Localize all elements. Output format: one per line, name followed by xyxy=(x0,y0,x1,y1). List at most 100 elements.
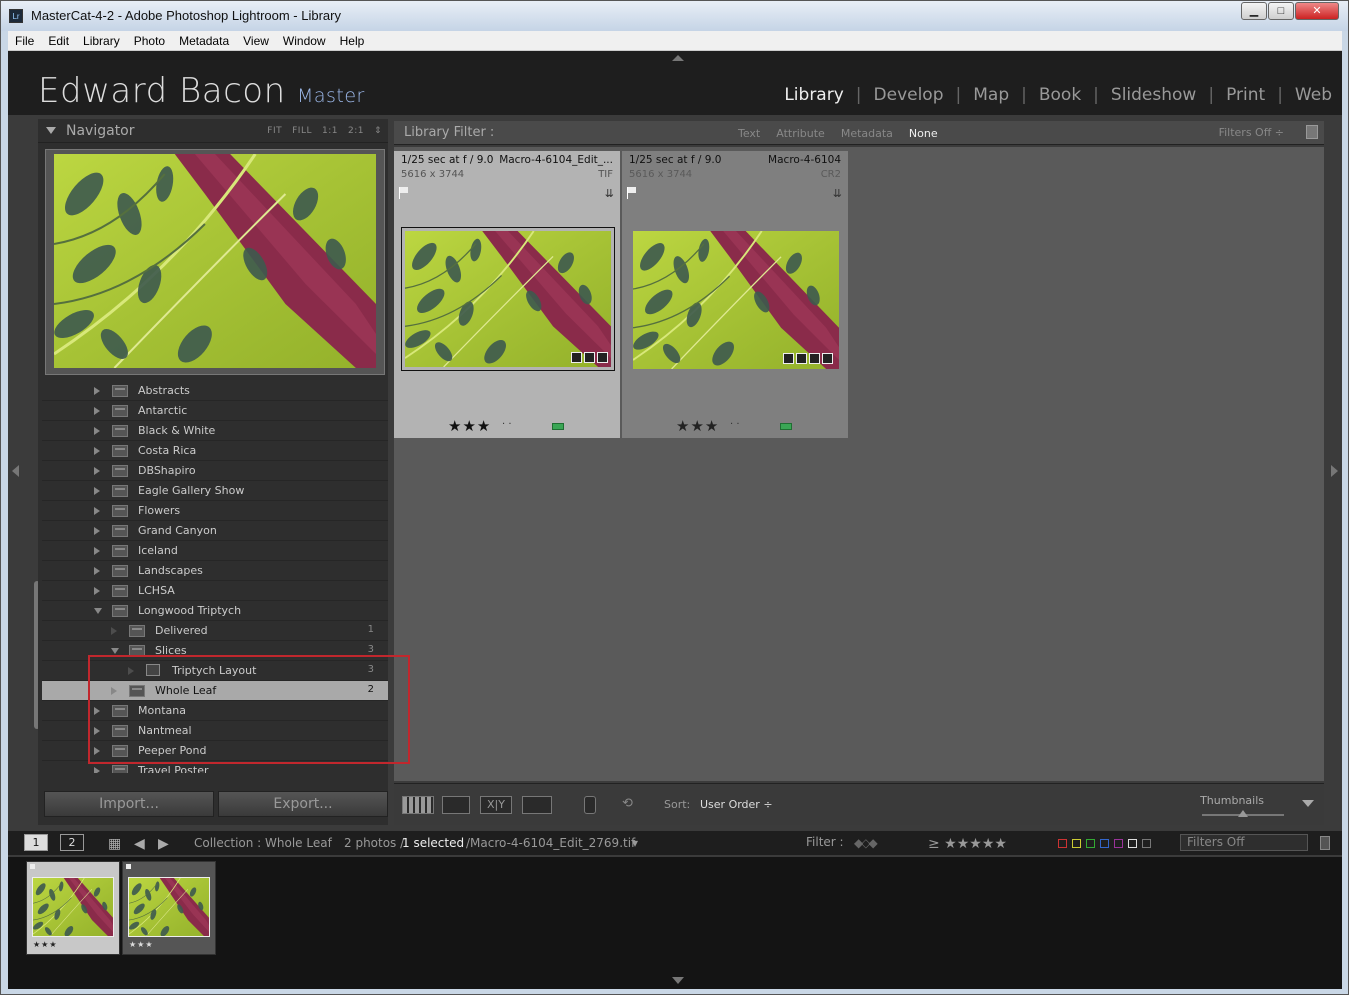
collection-badge-icon[interactable] xyxy=(796,353,807,364)
filter-none[interactable]: None xyxy=(909,127,938,140)
selected-filename[interactable]: /Macro-4-6104_Edit_2769.tif xyxy=(466,836,635,850)
keyword-badge-icon[interactable] xyxy=(571,352,582,363)
disclosure-open-icon[interactable] xyxy=(94,608,102,614)
slider-knob-icon[interactable] xyxy=(1238,810,1248,817)
grid-view-icon[interactable] xyxy=(402,796,434,814)
menu-photo[interactable]: Photo xyxy=(127,31,172,48)
sort-direction-icon[interactable]: ⟲ xyxy=(622,796,654,814)
grid-cell-2[interactable]: 1/25 sec at f / 9.0 Macro-4-6104 5616 x … xyxy=(622,151,848,438)
flag-filter-icon[interactable]: ◆◇◆ xyxy=(854,836,878,850)
menu-library[interactable]: Library xyxy=(76,31,127,48)
disclosure-closed-icon[interactable] xyxy=(94,587,100,595)
no-label-filter[interactable] xyxy=(1142,839,1151,848)
zoom-fill[interactable]: FILL xyxy=(292,126,312,136)
edit-badge-icon[interactable] xyxy=(597,352,608,363)
collection-row[interactable]: Grand Canyon xyxy=(42,521,388,541)
navigator-preview[interactable] xyxy=(45,149,385,375)
module-book[interactable]: Book xyxy=(1027,85,1093,105)
zoom-fit[interactable]: FIT xyxy=(267,126,282,136)
collapse-triangle-icon[interactable] xyxy=(46,127,56,134)
disclosure-closed-icon[interactable] xyxy=(111,627,117,635)
disclosure-closed-icon[interactable] xyxy=(94,507,100,515)
export-button[interactable]: Export... xyxy=(218,791,388,817)
disclosure-closed-icon[interactable] xyxy=(94,427,100,435)
disclosure-closed-icon[interactable] xyxy=(94,407,100,415)
filter-text[interactable]: Text xyxy=(738,127,760,140)
loupe-view-icon[interactable] xyxy=(442,796,470,814)
develop-badge-icon[interactable] xyxy=(822,353,833,364)
grid-icon[interactable]: ▦ xyxy=(108,836,121,852)
zoom-2to1[interactable]: 2:1 xyxy=(348,126,364,136)
collection-row[interactable]: Flowers xyxy=(42,501,388,521)
collection-row[interactable]: Longwood Triptych xyxy=(42,601,388,621)
disclosure-closed-icon[interactable] xyxy=(94,387,100,395)
collection-row[interactable]: Iceland xyxy=(42,541,388,561)
rating-filter[interactable]: ≥ ★★★★★ xyxy=(928,836,1007,852)
custom-label-filter[interactable] xyxy=(1128,839,1137,848)
collection-row[interactable]: Costa Rica xyxy=(42,441,388,461)
collection-row[interactable]: LCHSA xyxy=(42,581,388,601)
thumbnail-frame[interactable] xyxy=(633,231,839,369)
menu-metadata[interactable]: Metadata xyxy=(172,31,236,48)
filmstrip-thumb-2[interactable]: ★★★ xyxy=(122,861,216,955)
filter-presets[interactable]: Filters Off ÷ xyxy=(1219,126,1284,139)
disclosure-closed-icon[interactable] xyxy=(94,467,100,475)
disclosure-closed-icon[interactable] xyxy=(94,527,100,535)
filmstrip-source[interactable]: Collection : Whole Leaf xyxy=(194,836,332,850)
collection-row[interactable]: Eagle Gallery Show xyxy=(42,481,388,501)
color-label-green[interactable] xyxy=(552,423,564,430)
window-2-button[interactable]: 2 xyxy=(60,834,84,851)
left-panel-toggle-icon[interactable] xyxy=(12,465,19,477)
collection-row[interactable]: Antarctic xyxy=(42,401,388,421)
color-label-green[interactable] xyxy=(780,423,792,430)
module-library[interactable]: Library xyxy=(772,85,855,105)
module-develop[interactable]: Develop xyxy=(862,85,956,105)
survey-view-icon[interactable] xyxy=(522,796,552,814)
menu-edit[interactable]: Edit xyxy=(41,31,76,48)
lock-icon[interactable] xyxy=(1306,125,1318,139)
collection-row[interactable]: Delivered 1 xyxy=(42,621,388,641)
identity-plate[interactable]: Edward Bacon Master xyxy=(38,71,365,111)
flag-icon[interactable] xyxy=(399,187,409,199)
disclosure-open-icon[interactable] xyxy=(111,648,119,654)
close-button[interactable]: ✕ xyxy=(1295,2,1339,20)
edit-badge-icon[interactable] xyxy=(809,353,820,364)
disclosure-closed-icon[interactable] xyxy=(94,767,100,773)
collection-row[interactable]: Abstracts xyxy=(42,381,388,401)
menu-window[interactable]: Window xyxy=(276,31,333,48)
filter-metadata[interactable]: Metadata xyxy=(841,127,893,140)
red-label-filter[interactable] xyxy=(1058,839,1067,848)
thumbnail-frame[interactable] xyxy=(401,227,615,371)
collapse-top-arrow-icon[interactable] xyxy=(672,55,684,61)
keyword-badge-icon[interactable] xyxy=(783,353,794,364)
disclosure-closed-icon[interactable] xyxy=(94,567,100,575)
module-print[interactable]: Print xyxy=(1214,85,1277,105)
back-arrow-icon[interactable]: ◀ xyxy=(134,836,145,852)
filmstrip-thumb-1[interactable]: ★★★ xyxy=(26,861,120,955)
zoom-1to1[interactable]: 1:1 xyxy=(322,126,338,136)
menu-view[interactable]: View xyxy=(236,31,276,48)
disclosure-closed-icon[interactable] xyxy=(94,547,100,555)
filmstrip-filter-select[interactable]: Filters Off xyxy=(1180,834,1308,851)
filter-lock-icon[interactable] xyxy=(1320,836,1330,850)
filename-dropdown-icon[interactable]: ▾ xyxy=(632,836,638,850)
import-button[interactable]: Import... xyxy=(44,791,214,817)
green-label-filter[interactable] xyxy=(1086,839,1095,848)
painter-icon[interactable] xyxy=(584,796,596,814)
module-web[interactable]: Web xyxy=(1283,85,1332,105)
sort-select[interactable]: User Order ÷ xyxy=(700,798,773,811)
purple-label-filter[interactable] xyxy=(1114,839,1123,848)
flag-icon[interactable] xyxy=(627,187,637,199)
right-panel-toggle-icon[interactable] xyxy=(1331,465,1338,477)
module-map[interactable]: Map xyxy=(961,85,1021,105)
navigator-header[interactable]: Navigator FIT FILL 1:1 2:1 ⇕ xyxy=(38,119,388,143)
compare-view-icon[interactable]: X|Y xyxy=(480,796,512,814)
toolbar-menu-chevron-icon[interactable] xyxy=(1302,800,1314,807)
disclosure-closed-icon[interactable] xyxy=(94,447,100,455)
module-slideshow[interactable]: Slideshow xyxy=(1099,85,1208,105)
collection-row[interactable]: Landscapes xyxy=(42,561,388,581)
forward-arrow-icon[interactable]: ▶ xyxy=(158,836,169,852)
blue-label-filter[interactable] xyxy=(1100,839,1109,848)
disclosure-closed-icon[interactable] xyxy=(94,487,100,495)
collapse-bottom-arrow-icon[interactable] xyxy=(672,977,684,984)
